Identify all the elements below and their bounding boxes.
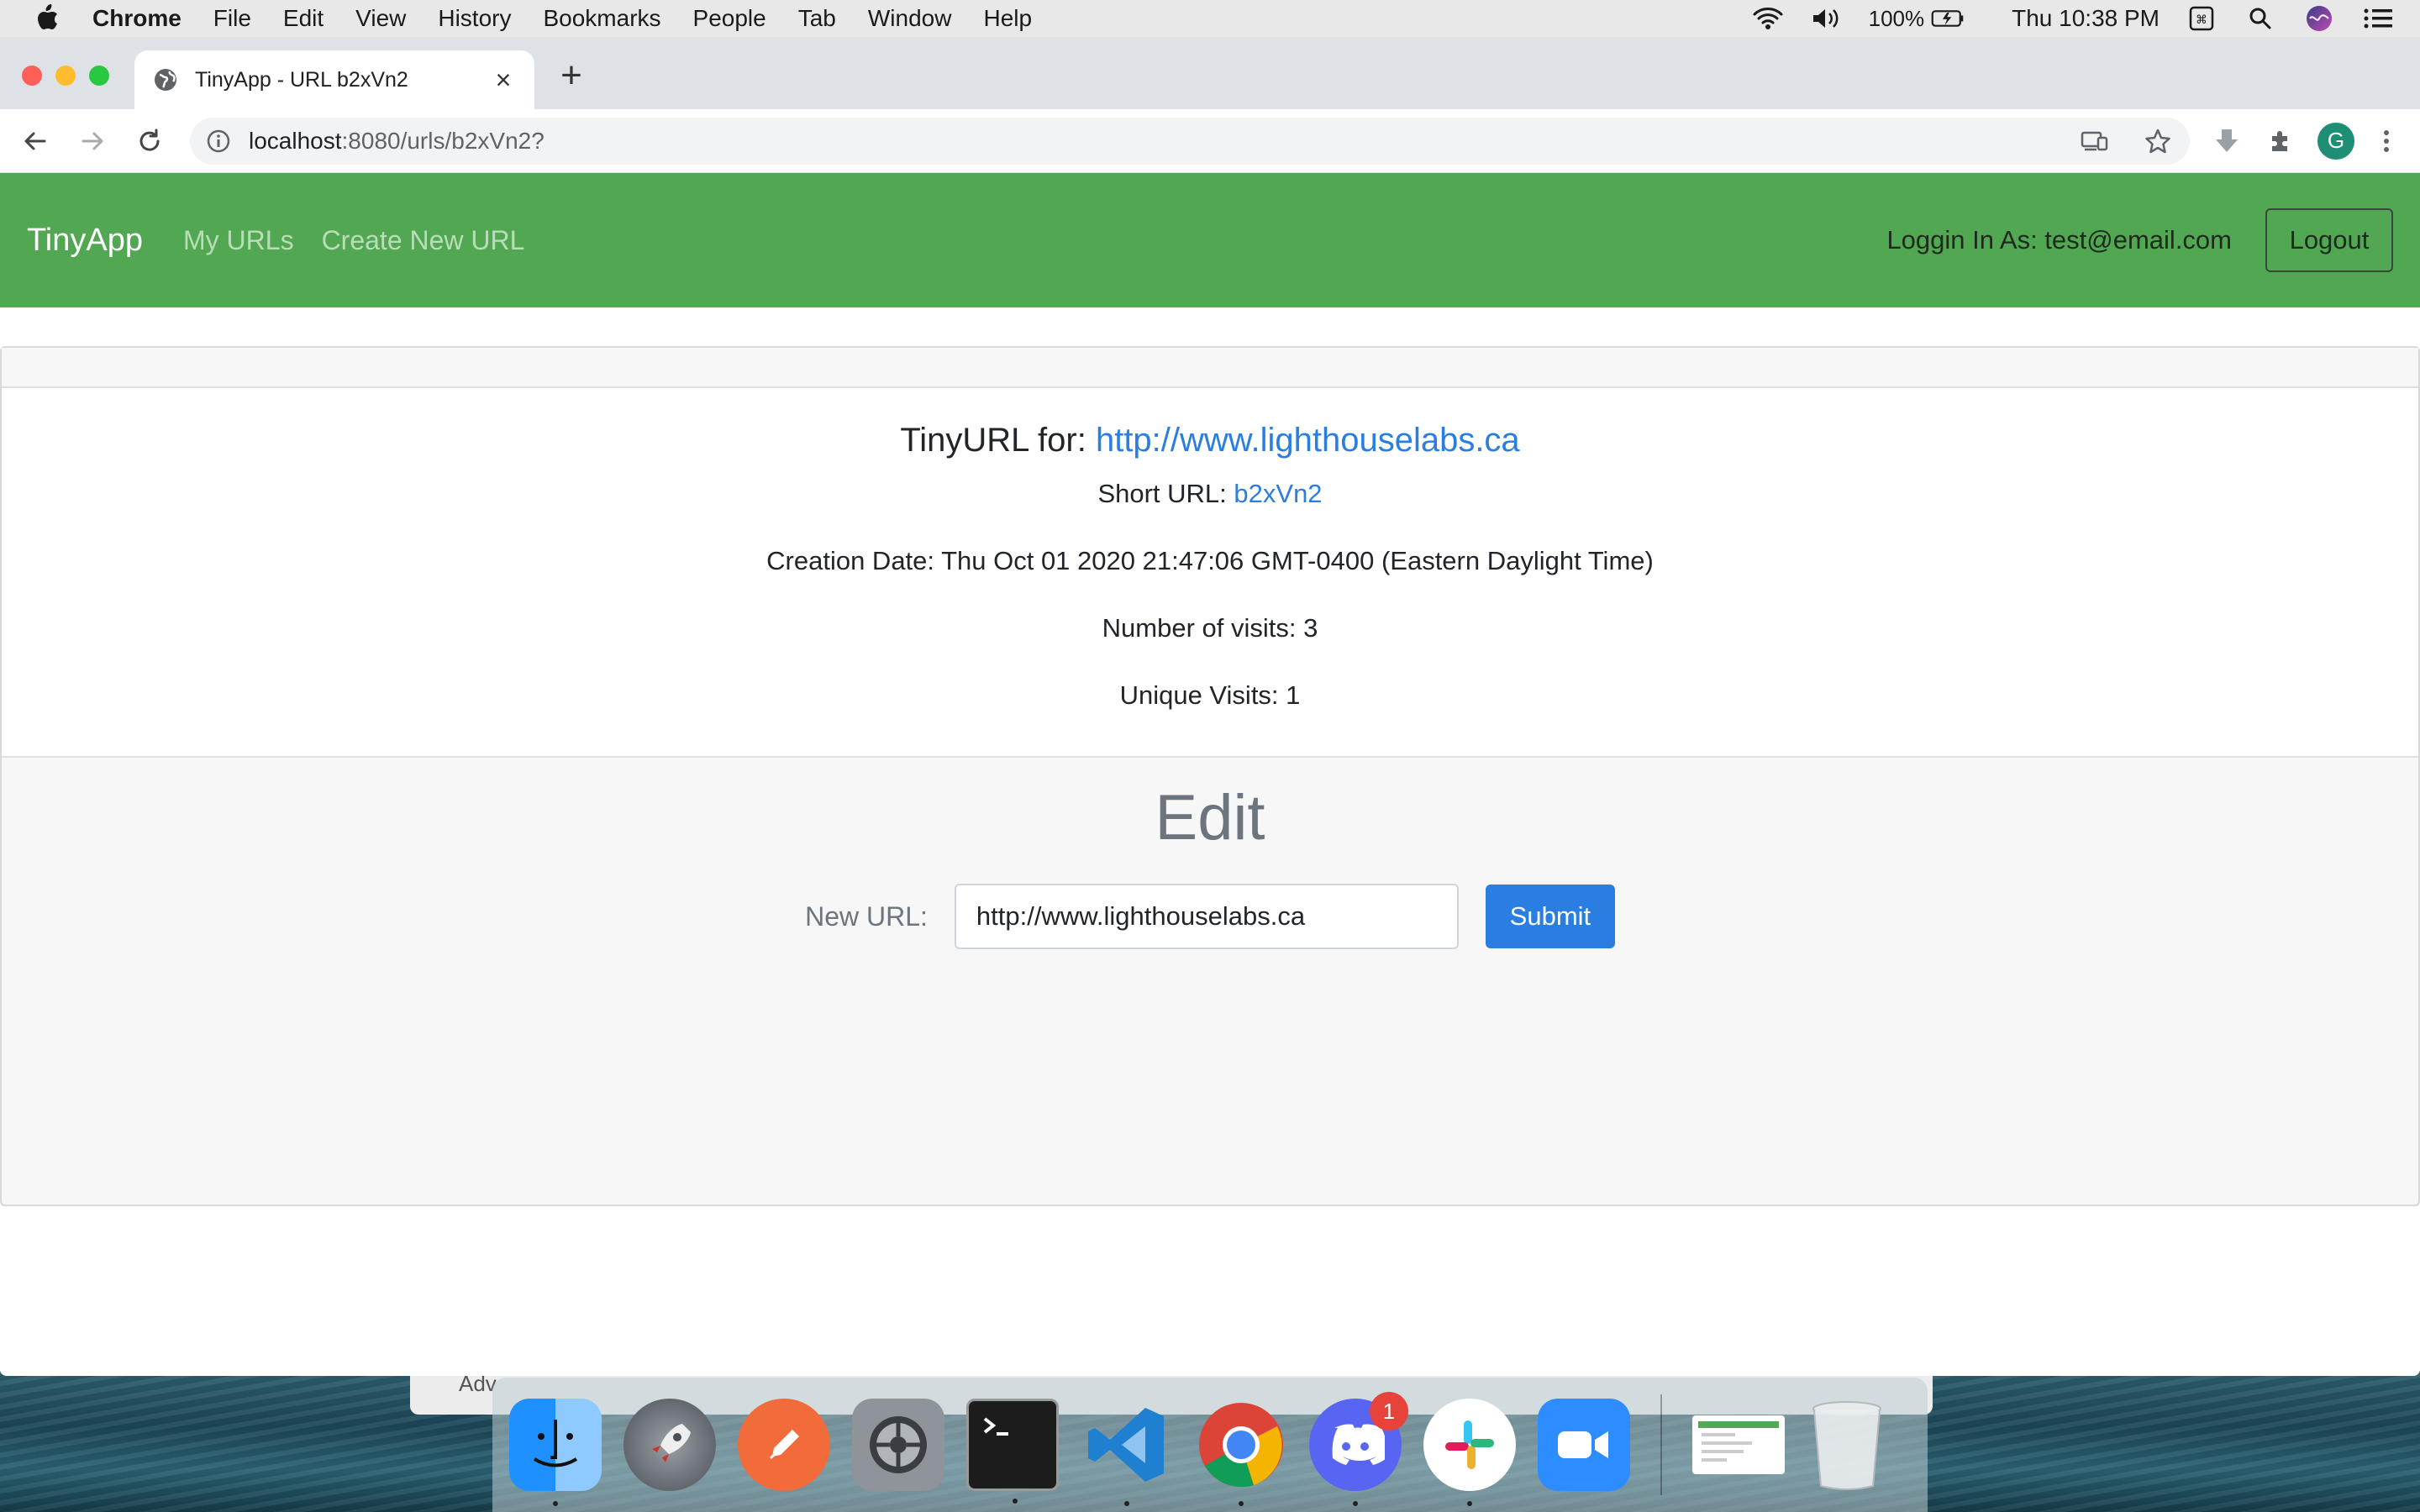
spreadsheet-document-icon[interactable] [1692, 1415, 1785, 1474]
window-zoom-button[interactable] [89, 66, 109, 86]
terminal-running-dot [1013, 1499, 1018, 1504]
notification-center-icon[interactable] [2361, 5, 2395, 32]
logged-in-user-text: Loggin In As: test@email.com [1886, 225, 2232, 255]
edit-section: Edit New URL: Submit [2, 758, 2418, 949]
short-url-label: Short URL: [1097, 479, 1234, 508]
chrome-menu-kebab-icon[interactable] [2371, 126, 2402, 156]
brand-link[interactable]: TinyApp [27, 223, 143, 259]
forward-arrow-icon[interactable] [76, 124, 109, 158]
slack-icon[interactable] [1423, 1399, 1516, 1506]
menu-bookmarks[interactable]: Bookmarks [543, 5, 660, 32]
nav-link-create-new-url[interactable]: Create New URL [322, 225, 525, 256]
battery-icon[interactable] [1931, 5, 1965, 32]
card-header [2, 348, 2418, 388]
menu-tab[interactable]: Tab [798, 5, 836, 32]
macos-dock: 1 [492, 1378, 1928, 1512]
menu-history[interactable]: History [438, 5, 511, 32]
reload-icon[interactable] [133, 124, 166, 158]
browser-toolbar: localhost:8080/urls/b2xVn2? G [0, 109, 2420, 173]
navbar-user-area: Loggin In As: test@email.com Logout [1886, 208, 2393, 272]
download-extension-icon[interactable] [2212, 126, 2242, 156]
back-arrow-icon[interactable] [18, 124, 52, 158]
menu-bar: Chrome File Edit View History Bookmarks … [0, 0, 2420, 37]
menubar-clock[interactable]: Thu 10:38 PM [2012, 5, 2160, 32]
creation-date: Creation Date: Thu Oct 01 2020 21:47:06 … [766, 546, 1654, 575]
edit-heading: Edit [1155, 782, 1265, 853]
url-card: TinyURL for: http://www.lighthouselabs.c… [0, 346, 2420, 1206]
new-url-label: New URL: [805, 900, 928, 932]
system-preferences-icon[interactable] [852, 1399, 944, 1491]
unique-visit-count: Unique Visits: 1 [1119, 680, 1301, 710]
chrome-window: TinyApp - URL b2xVn2 × + localhost:8080/… [0, 37, 2420, 1376]
new-tab-button[interactable]: + [555, 57, 588, 94]
browser-tab-active[interactable]: TinyApp - URL b2xVn2 × [134, 50, 534, 109]
url-host: localhost [249, 127, 342, 154]
tab-title: TinyApp - URL b2xVn2 [195, 67, 408, 92]
discord-icon[interactable]: 1 [1309, 1392, 1408, 1506]
logout-button[interactable]: Logout [2265, 208, 2393, 272]
new-url-input[interactable] [954, 884, 1459, 949]
chrome-icon[interactable] [1195, 1399, 1287, 1506]
discord-running-dot [1353, 1501, 1358, 1506]
short-url-link[interactable]: b2xVn2 [1234, 479, 1322, 508]
visit-count: Number of visits: 3 [1102, 613, 1318, 643]
long-url-link[interactable]: http://www.lighthouselabs.ca [1096, 422, 1520, 459]
keyboard-input-icon[interactable]: ⌘ [2185, 5, 2218, 32]
url-path: :8080/urls/b2xVn2? [341, 127, 544, 154]
discord-notification-badge: 1 [1370, 1392, 1408, 1431]
menu-file[interactable]: File [213, 5, 251, 32]
site-navbar: TinyApp My URLs Create New URL Loggin In… [0, 173, 2420, 307]
short-url-line: Short URL: b2xVn2 [2, 480, 2418, 548]
edit-url-form: New URL: Submit [2, 884, 2418, 949]
vscode-icon[interactable] [1081, 1399, 1173, 1506]
card-title: TinyURL for: http://www.lighthouselabs.c… [2, 388, 2418, 480]
profile-avatar[interactable]: G [2317, 122, 2354, 160]
chrome-running-dot [1239, 1501, 1244, 1506]
cast-icon[interactable] [2079, 126, 2109, 156]
vscode-running-dot [1124, 1501, 1129, 1506]
submit-button[interactable]: Submit [1485, 885, 1615, 948]
postman-icon[interactable] [738, 1399, 830, 1491]
svg-text:⌘: ⌘ [2196, 13, 2207, 27]
finder-running-dot [553, 1501, 558, 1506]
tab-close-icon[interactable]: × [491, 65, 516, 96]
menu-help[interactable]: Help [983, 5, 1032, 32]
spotlight-search-icon[interactable] [2244, 5, 2277, 32]
launchpad-icon[interactable] [623, 1399, 716, 1491]
finder-icon[interactable] [509, 1399, 602, 1506]
zoom-icon[interactable] [1538, 1399, 1630, 1491]
trash-icon[interactable] [1807, 1399, 1887, 1491]
site-info-icon[interactable] [207, 129, 230, 153]
nav-link-my-urls[interactable]: My URLs [183, 225, 294, 256]
web-page: TinyApp My URLs Create New URL Loggin In… [0, 173, 2420, 1376]
volume-icon[interactable] [1810, 5, 1844, 32]
window-close-button[interactable] [22, 66, 42, 86]
dock-separator [1660, 1394, 1662, 1495]
menu-app-chrome[interactable]: Chrome [92, 5, 182, 32]
siri-icon[interactable] [2302, 5, 2336, 32]
address-bar[interactable]: localhost:8080/urls/b2xVn2? [190, 117, 2190, 165]
bookmark-star-icon[interactable] [2143, 126, 2173, 156]
card-title-prefix: TinyURL for: [900, 422, 1096, 459]
menu-view[interactable]: View [355, 5, 406, 32]
wifi-icon[interactable] [1751, 5, 1785, 32]
tab-strip: TinyApp - URL b2xVn2 × + [0, 37, 2420, 109]
menu-window[interactable]: Window [868, 5, 952, 32]
window-minimize-button[interactable] [55, 66, 76, 86]
extensions-puzzle-icon[interactable] [2265, 126, 2296, 156]
menu-edit[interactable]: Edit [283, 5, 324, 32]
apple-icon[interactable] [32, 3, 62, 34]
battery-percent: 100% [1868, 5, 1925, 31]
url-details: TinyURL for: http://www.lighthouselabs.c… [2, 388, 2418, 758]
terminal-icon[interactable] [966, 1399, 1059, 1504]
slack-running-dot [1467, 1501, 1472, 1506]
globe-icon [153, 67, 178, 92]
menu-people[interactable]: People [693, 5, 766, 32]
